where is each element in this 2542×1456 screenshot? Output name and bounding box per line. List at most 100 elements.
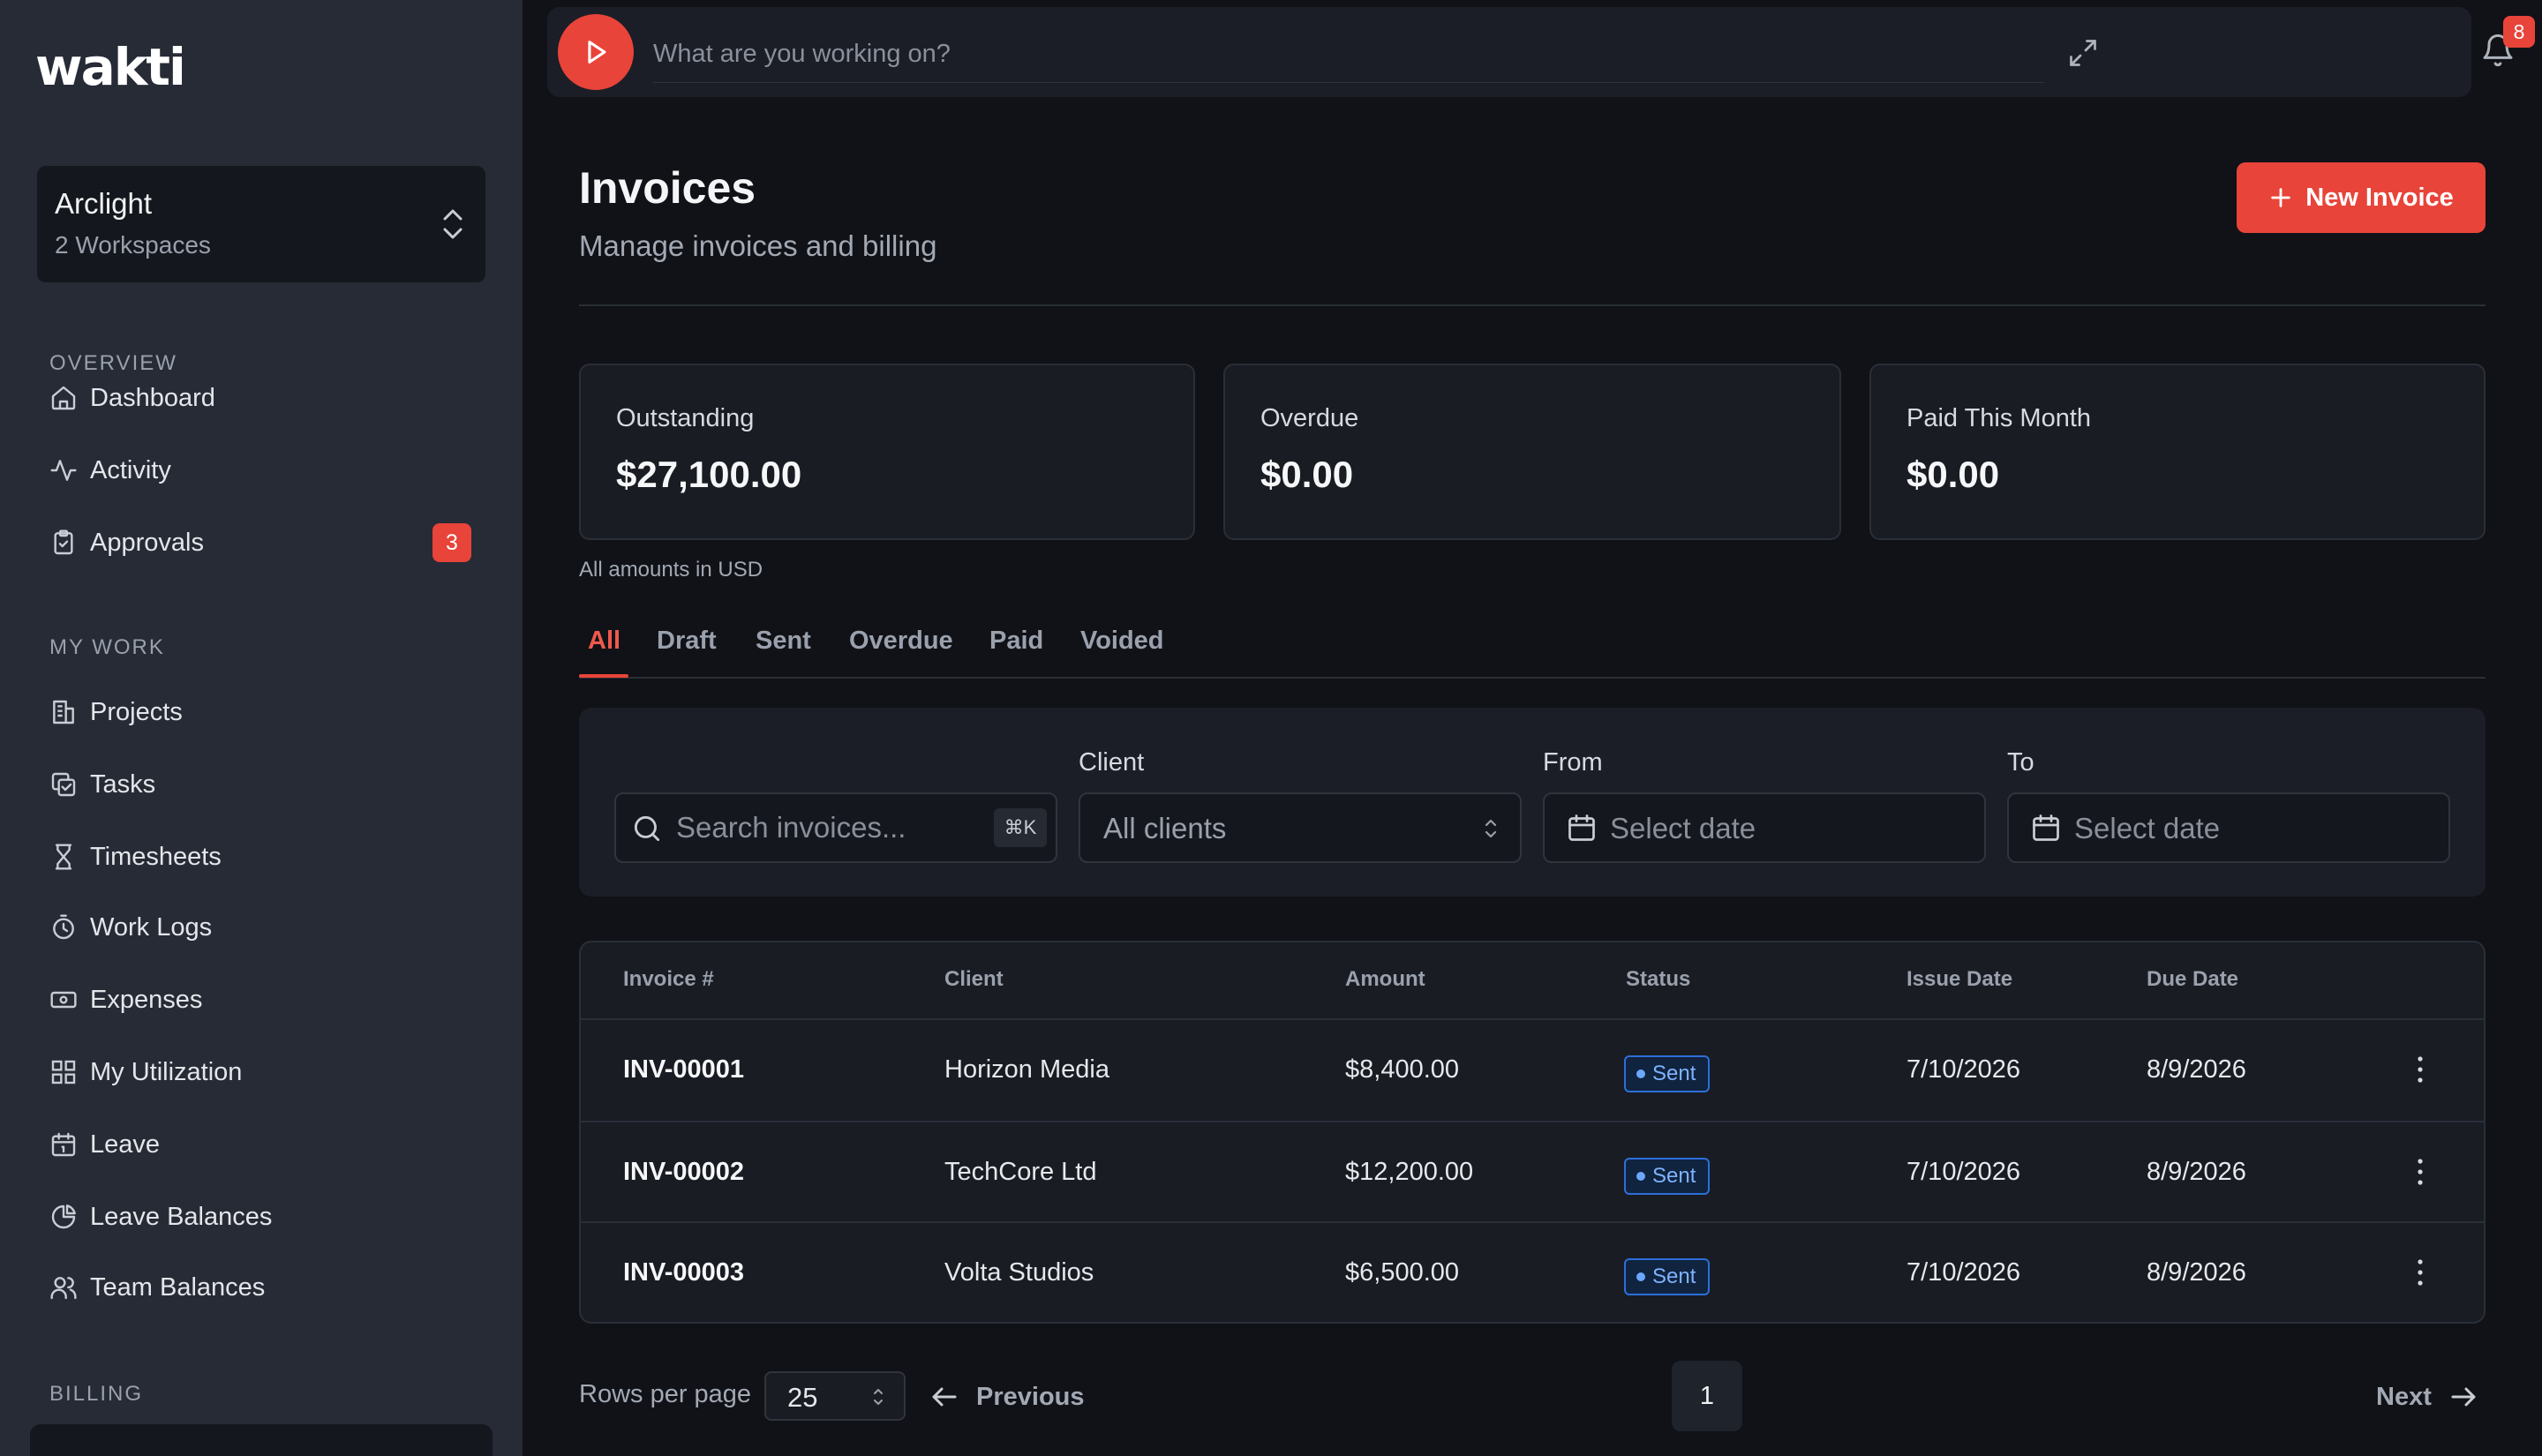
client-name: TechCore Ltd: [944, 1158, 1097, 1186]
stat-label: Overdue: [1260, 404, 1359, 432]
column-header-status[interactable]: Status: [1626, 967, 1690, 992]
arrow-right-icon: [2451, 1387, 2476, 1407]
status-label: Sent: [1652, 1062, 1696, 1085]
column-header-client[interactable]: Client: [944, 967, 1004, 992]
status-dot-icon: [1636, 1172, 1645, 1181]
section-label-billing: BILLING: [49, 1382, 144, 1406]
client-select-value: All clients: [1103, 812, 1227, 844]
home-icon: [49, 384, 78, 412]
tab-overdue[interactable]: Overdue: [849, 627, 953, 656]
timer-description-input[interactable]: [653, 26, 2044, 83]
expand-icon[interactable]: [2067, 37, 2099, 69]
invoice-number[interactable]: INV-00002: [623, 1158, 744, 1187]
sidebar-item-timesheets[interactable]: Timesheets: [37, 826, 485, 888]
sidebar-item-label: Tasks: [90, 769, 156, 799]
tab-paid[interactable]: Paid: [989, 627, 1043, 656]
to-date-picker[interactable]: Select date: [2007, 792, 2450, 863]
invoice-number[interactable]: INV-00003: [623, 1258, 744, 1287]
workspace-switcher[interactable]: Arclight 2 Workspaces: [37, 166, 485, 282]
column-header-issue-date[interactable]: Issue Date: [1906, 967, 2012, 992]
more-vertical-icon[interactable]: [2415, 1156, 2425, 1188]
stat-card-overdue: Overdue $0.00: [1223, 364, 1841, 540]
calendar-icon: [49, 1130, 78, 1159]
tab-draft[interactable]: Draft: [657, 627, 717, 656]
tabs-divider: [579, 677, 2486, 679]
sidebar-item-work-logs[interactable]: Work Logs: [37, 897, 485, 958]
rows-per-page-select[interactable]: 25: [764, 1371, 906, 1421]
invoice-amount: $12,200.00: [1345, 1158, 1474, 1186]
stat-card-outstanding: Outstanding $27,100.00: [579, 364, 1195, 540]
sidebar-item-expenses[interactable]: Expenses: [37, 969, 485, 1031]
from-date-placeholder: Select date: [1610, 812, 1756, 844]
search-input[interactable]: [676, 794, 976, 861]
sidebar-item-label: Activity: [90, 455, 171, 484]
next-page-button[interactable]: Next: [2376, 1375, 2479, 1419]
time-tracker-bar: [547, 7, 2471, 97]
to-date-label: To: [2007, 748, 2034, 777]
sidebar-item-billing[interactable]: [30, 1424, 493, 1456]
new-invoice-label: New Invoice: [2305, 183, 2454, 212]
rows-per-page-label: Rows per page: [579, 1380, 752, 1408]
play-icon: [588, 41, 606, 64]
activity-icon: [49, 456, 78, 484]
app-logo[interactable]: wakti: [35, 37, 186, 97]
workspace-count: 2 Workspaces: [55, 231, 211, 259]
chevron-up-down-icon: [443, 209, 463, 239]
status-badge: Sent: [1624, 1158, 1711, 1195]
due-date: 8/9/2026: [2147, 1055, 2246, 1084]
tab-voided[interactable]: Voided: [1080, 627, 1164, 656]
plus-icon: [2271, 188, 2290, 207]
sidebar-item-team-balances[interactable]: Team Balances: [37, 1257, 485, 1318]
table-row[interactable]: INV-00003 Volta Studios $6,500.00 Sent 7…: [581, 1221, 2484, 1324]
active-tab-indicator: [579, 674, 628, 678]
issue-date: 7/10/2026: [1906, 1258, 2021, 1287]
header-divider: [579, 304, 2486, 306]
sidebar-item-label: Expenses: [90, 985, 203, 1014]
issue-date: 7/10/2026: [1906, 1158, 2021, 1186]
stat-label: Outstanding: [616, 404, 755, 432]
sidebar-item-dashboard[interactable]: Dashboard: [37, 367, 485, 429]
issue-date: 7/10/2026: [1906, 1055, 2021, 1084]
due-date: 8/9/2026: [2147, 1258, 2246, 1287]
rows-per-page-value: 25: [787, 1382, 818, 1413]
page-number-button[interactable]: 1: [1672, 1361, 1742, 1431]
due-date: 8/9/2026: [2147, 1158, 2246, 1186]
approvals-count-badge: 3: [432, 523, 471, 562]
invoice-number[interactable]: INV-00001: [623, 1055, 744, 1084]
sidebar: wakti Arclight 2 Workspaces OVERVIEW Das…: [0, 0, 523, 1456]
invoice-amount: $6,500.00: [1345, 1258, 1460, 1287]
column-header-due-date[interactable]: Due Date: [2147, 967, 2238, 992]
sidebar-item-activity[interactable]: Activity: [37, 439, 485, 501]
notifications-badge: 8: [2503, 16, 2535, 48]
client-name: Volta Studios: [944, 1258, 1094, 1287]
sidebar-item-leave-balances[interactable]: Leave Balances: [37, 1186, 485, 1248]
stat-value: $0.00: [1260, 454, 1354, 495]
client-select[interactable]: All clients: [1079, 792, 1522, 863]
sidebar-item-approvals[interactable]: Approvals 3: [37, 512, 485, 574]
stat-card-paid-this-month: Paid This Month $0.00: [1869, 364, 2486, 540]
copy-check-icon: [49, 770, 78, 799]
tab-all[interactable]: All: [588, 627, 620, 656]
sidebar-item-projects[interactable]: Projects: [37, 681, 485, 743]
table-row[interactable]: INV-00001 Horizon Media $8,400.00 Sent 7…: [581, 1018, 2484, 1121]
from-date-picker[interactable]: Select date: [1543, 792, 1986, 863]
sidebar-item-my-utilization[interactable]: My Utilization: [37, 1041, 485, 1103]
start-timer-button[interactable]: [558, 14, 634, 90]
sidebar-item-tasks[interactable]: Tasks: [37, 754, 485, 815]
pie-chart-icon: [49, 1203, 78, 1231]
more-vertical-icon[interactable]: [2415, 1257, 2425, 1288]
new-invoice-button[interactable]: New Invoice: [2237, 162, 2486, 233]
status-label: Sent: [1652, 1164, 1696, 1188]
sidebar-item-label: Leave Balances: [90, 1202, 273, 1231]
column-header-invoice[interactable]: Invoice #: [623, 967, 714, 992]
column-header-amount[interactable]: Amount: [1345, 967, 1425, 992]
search-field[interactable]: ⌘K: [614, 792, 1057, 863]
tab-sent[interactable]: Sent: [756, 627, 811, 656]
client-filter-label: Client: [1079, 748, 1145, 777]
invoice-amount: $8,400.00: [1345, 1055, 1460, 1084]
more-vertical-icon[interactable]: [2415, 1054, 2425, 1085]
previous-page-button[interactable]: Previous: [929, 1375, 1085, 1419]
arrow-left-icon: [932, 1387, 957, 1407]
sidebar-item-leave[interactable]: Leave: [37, 1114, 485, 1175]
table-row[interactable]: INV-00002 TechCore Ltd $12,200.00 Sent 7…: [581, 1121, 2484, 1223]
